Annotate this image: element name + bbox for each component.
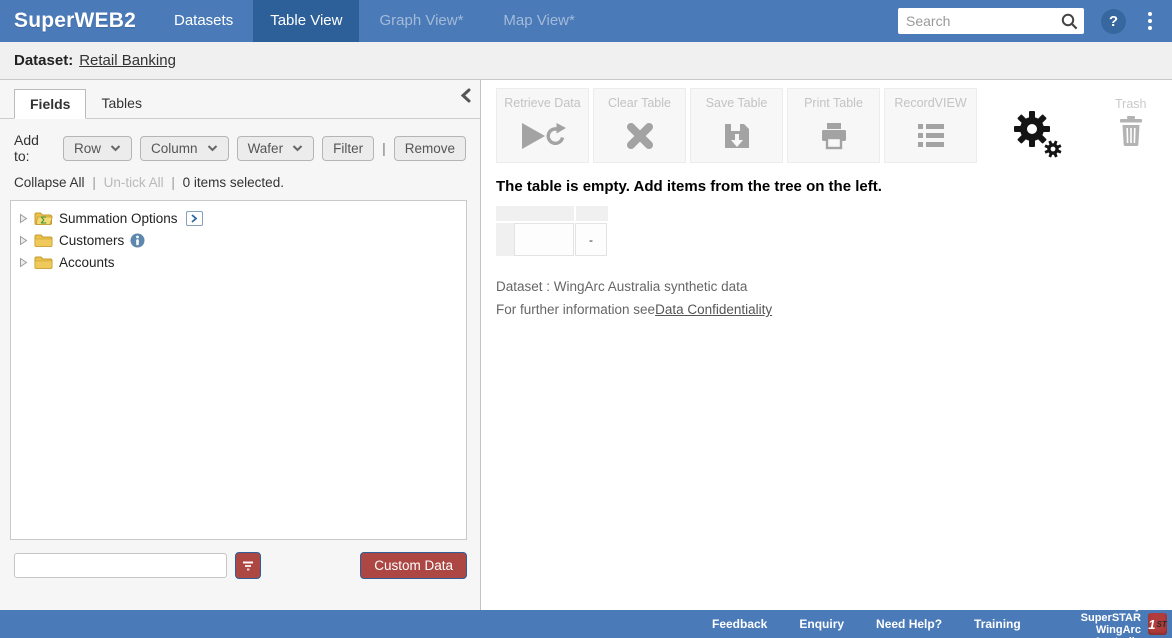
untick-all-link[interactable]: Un-tick All <box>104 175 164 190</box>
footer-link-enquiry[interactable]: Enquiry <box>799 617 844 631</box>
play-refresh-icon <box>497 119 588 153</box>
recordview-button[interactable]: RecordVIEW <box>884 88 977 163</box>
gears-icon <box>1013 110 1063 158</box>
data-confidentiality-link[interactable]: Data Confidentiality <box>655 302 772 317</box>
placeholder-header-cell <box>496 206 574 221</box>
add-to-row-button[interactable]: Row <box>63 136 132 161</box>
expander-icon[interactable] <box>19 213 28 224</box>
search-icon[interactable] <box>1061 13 1078 30</box>
footer-bar: Feedback Enquiry Need Help? Training Pow… <box>0 610 1172 638</box>
folder-icon <box>34 255 53 270</box>
search-box[interactable] <box>898 8 1084 34</box>
expander-icon[interactable] <box>19 235 28 246</box>
collapse-panel-icon[interactable] <box>460 88 471 108</box>
trash-button[interactable]: Trash <box>1115 97 1147 151</box>
main-area: Fields Tables Add to: Row Column Wafer F… <box>0 80 1172 610</box>
placeholder-stub-cell <box>496 223 514 256</box>
placeholder-header-cell <box>576 206 608 221</box>
tab-tables[interactable]: Tables <box>86 89 156 118</box>
tree-item-label: Summation Options <box>59 211 178 226</box>
save-icon <box>691 119 782 153</box>
add-to-filter-button[interactable]: Filter <box>322 136 374 161</box>
printer-icon <box>788 119 879 153</box>
trash-icon <box>1115 116 1147 151</box>
placeholder-body-cell <box>514 223 574 256</box>
app-logo: SuperWEB2 <box>14 9 136 33</box>
confidentiality-line: For further information seeData Confiden… <box>496 302 1172 317</box>
collapse-all-link[interactable]: Collapse All <box>14 175 85 190</box>
table-toolbar: Retrieve Data Clear Table <box>496 88 1172 163</box>
tree-item-summation-options[interactable]: Σ Summation Options <box>16 208 461 230</box>
info-icon[interactable] <box>130 233 145 248</box>
expander-icon[interactable] <box>19 257 28 268</box>
tree-search-row: Custom Data <box>14 552 467 579</box>
field-tree-panel: Fields Tables Add to: Row Column Wafer F… <box>0 80 481 610</box>
tab-fields[interactable]: Fields <box>14 89 86 119</box>
button-separator: | <box>382 140 386 156</box>
item-action-arrow-icon[interactable] <box>186 211 203 226</box>
filter-funnel-icon <box>242 560 254 571</box>
nav-map-view[interactable]: Map View* <box>483 0 594 42</box>
print-table-button[interactable]: Print Table <box>787 88 880 163</box>
x-icon <box>594 119 685 153</box>
search-input[interactable] <box>906 13 1061 29</box>
chevron-down-icon <box>207 145 218 152</box>
selection-row: Collapse All | Un-tick All | 0 items sel… <box>14 175 466 190</box>
top-navbar: SuperWEB2 Datasets Table View Graph View… <box>0 0 1172 42</box>
placeholder-value-cell: - <box>575 223 607 256</box>
main-nav: Datasets Table View Graph View* Map View… <box>154 0 595 42</box>
nav-datasets[interactable]: Datasets <box>154 0 253 42</box>
chevron-down-icon <box>110 145 121 152</box>
tree-item-label: Accounts <box>59 255 115 270</box>
custom-data-button[interactable]: Custom Data <box>360 552 467 579</box>
add-to-label: Add to: <box>14 132 55 164</box>
footer-link-need-help[interactable]: Need Help? <box>876 617 942 631</box>
add-to-wafer-button[interactable]: Wafer <box>237 136 315 161</box>
summation-folder-icon: Σ <box>34 211 53 226</box>
dataset-link[interactable]: Retail Banking <box>79 52 176 69</box>
items-selected-status: 0 items selected. <box>183 175 284 190</box>
nav-graph-view[interactable]: Graph View* <box>359 0 483 42</box>
field-tree: Σ Summation Options Customers <box>10 200 467 540</box>
table-options-button[interactable] <box>1013 110 1063 163</box>
chevron-down-icon <box>292 145 303 152</box>
kebab-menu-icon[interactable] <box>1134 6 1166 36</box>
placeholder-table: - <box>496 206 1172 256</box>
dataset-info-text: Dataset : WingArc Australia synthetic da… <box>496 279 1172 294</box>
empty-table-message: The table is empty. Add items from the t… <box>496 178 1172 195</box>
folder-icon <box>34 233 53 248</box>
add-to-row: Add to: Row Column Wafer Filter | Remove <box>14 132 466 164</box>
remove-button[interactable]: Remove <box>394 136 466 161</box>
help-icon[interactable]: ? <box>1101 9 1126 34</box>
nav-table-view[interactable]: Table View <box>253 0 359 42</box>
panel-tabs: Fields Tables <box>0 80 480 119</box>
list-icon <box>885 119 976 153</box>
retrieve-data-button[interactable]: Retrieve Data <box>496 88 589 163</box>
tree-item-label: Customers <box>59 233 124 248</box>
powered-by-text: Powered by SuperSTAR WingArc Australia <box>1053 600 1141 638</box>
footer-links: Feedback Enquiry Need Help? Training <box>712 617 1053 631</box>
footer-link-feedback[interactable]: Feedback <box>712 617 767 631</box>
superstar-1st-logo: 1ST <box>1148 613 1167 635</box>
dataset-label: Dataset: <box>14 52 73 69</box>
tree-search-input[interactable] <box>14 553 227 578</box>
svg-text:Σ: Σ <box>40 216 46 227</box>
tree-item-accounts[interactable]: Accounts <box>16 252 461 274</box>
tree-item-customers[interactable]: Customers <box>16 230 461 252</box>
add-to-column-button[interactable]: Column <box>140 136 229 161</box>
tree-filter-button[interactable] <box>235 552 261 579</box>
clear-table-button[interactable]: Clear Table <box>593 88 686 163</box>
footer-link-training[interactable]: Training <box>974 617 1021 631</box>
save-table-button[interactable]: Save Table <box>690 88 783 163</box>
dataset-bar: Dataset: Retail Banking <box>0 42 1172 80</box>
table-view-panel: Retrieve Data Clear Table <box>481 80 1172 610</box>
topbar-right: ? <box>898 0 1172 42</box>
